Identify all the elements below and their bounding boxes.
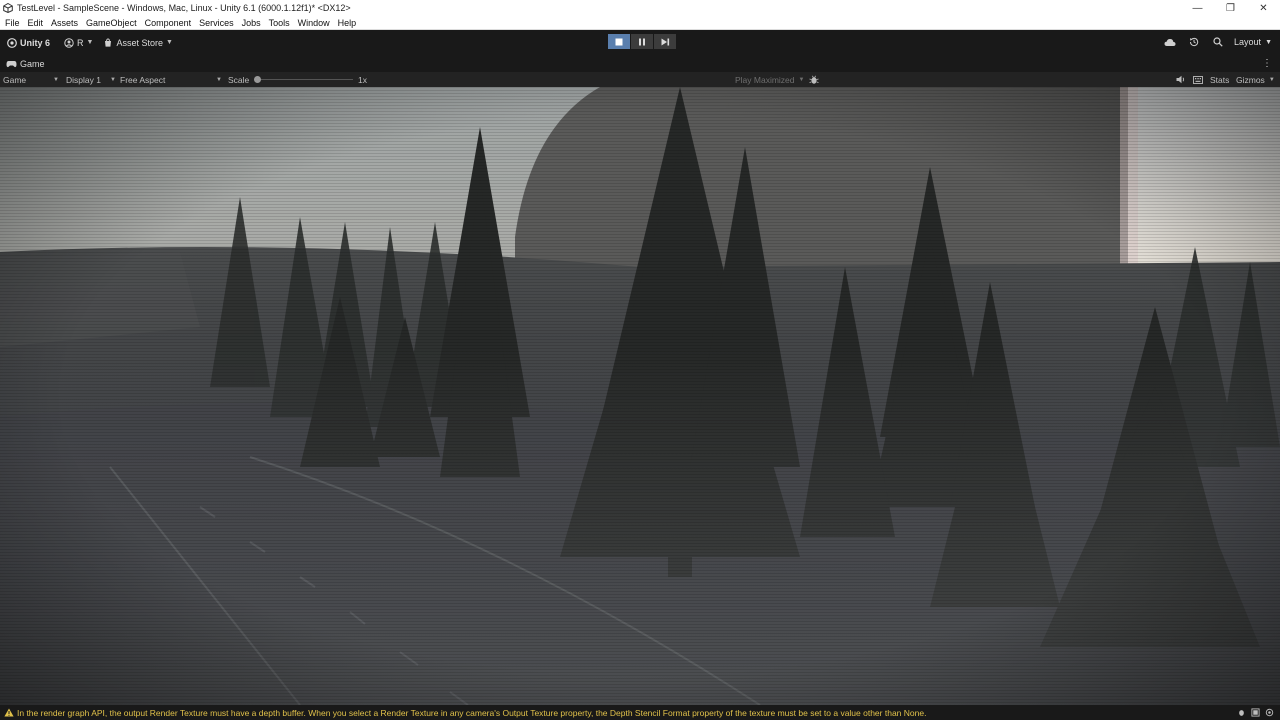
- menu-tools[interactable]: Tools: [265, 18, 294, 28]
- tab-game[interactable]: Game: [0, 55, 51, 72]
- progress-icon[interactable]: [1248, 707, 1262, 718]
- menu-services[interactable]: Services: [195, 18, 238, 28]
- scale-slider-track[interactable]: [258, 79, 353, 80]
- play-mode-label: Play Maximized: [735, 74, 795, 85]
- bug-icon: [809, 75, 819, 84]
- tab-row: Game ⋮: [0, 55, 1280, 72]
- scale-slider-handle[interactable]: [254, 76, 261, 83]
- status-message: In the render graph API, the output Rend…: [17, 707, 927, 718]
- menu-file[interactable]: File: [0, 18, 24, 28]
- chevron-down-icon: ▼: [1268, 76, 1275, 83]
- menu-component[interactable]: Component: [141, 18, 196, 28]
- pause-icon: [639, 38, 645, 45]
- menu-assets[interactable]: Assets: [47, 18, 82, 28]
- bug-icon[interactable]: [1234, 707, 1248, 718]
- gizmos-label: Gizmos: [1236, 74, 1265, 85]
- history-icon: [1190, 37, 1199, 47]
- step-icon: [661, 38, 669, 45]
- unity-version-label: Unity 6: [20, 37, 51, 48]
- more-options-icon[interactable]: ⋮: [1262, 58, 1272, 69]
- stop-button[interactable]: [608, 34, 630, 49]
- pause-button[interactable]: [631, 34, 653, 49]
- menu-bar: File Edit Assets GameObject Component Se…: [0, 16, 1280, 30]
- chevron-down-icon: ▼: [109, 76, 116, 83]
- chevron-down-icon: ▼: [1265, 38, 1272, 46]
- search-icon: [1213, 37, 1223, 47]
- mute-audio-button[interactable]: [1176, 72, 1186, 87]
- speaker-icon: [1176, 75, 1185, 84]
- account-icon: [64, 37, 74, 48]
- scale-value: 1x: [358, 72, 367, 87]
- tab-game-label: Game: [20, 58, 45, 69]
- chevron-down-icon: ▼: [798, 76, 805, 83]
- shortcuts-button[interactable]: [1193, 72, 1203, 87]
- gizmos-dropdown[interactable]: Gizmos ▼: [1236, 72, 1275, 87]
- chevron-down-icon: ▼: [165, 39, 173, 46]
- display-label: Display 1: [66, 74, 101, 85]
- window-title: TestLevel - SampleScene - Windows, Mac, …: [17, 3, 351, 13]
- close-icon[interactable]: ✕: [1247, 0, 1280, 16]
- status-icons: [1234, 707, 1276, 718]
- menu-edit[interactable]: Edit: [24, 18, 48, 28]
- scale-value-text: 1x: [358, 74, 367, 85]
- account-label: R: [77, 37, 84, 48]
- main-toolbar: Unity 6 R ▼ Asset Store ▼ Layout ▼: [0, 30, 1280, 55]
- asset-store-dropdown[interactable]: Asset Store ▼: [98, 35, 177, 51]
- step-button[interactable]: [654, 34, 676, 49]
- game-mode-label: Game: [3, 74, 27, 85]
- play-controls: [608, 34, 677, 49]
- history-button[interactable]: [1182, 34, 1206, 50]
- layout-label: Layout: [1234, 37, 1262, 47]
- unity-logo-icon: [7, 37, 17, 48]
- menu-gameobject[interactable]: GameObject: [82, 18, 141, 28]
- restore-icon[interactable]: ❐: [1214, 0, 1247, 16]
- menu-help[interactable]: Help: [334, 18, 361, 28]
- asset-store-label: Asset Store: [116, 37, 163, 48]
- minimize-icon[interactable]: —: [1181, 0, 1214, 16]
- layout-dropdown[interactable]: Layout ▼: [1230, 37, 1280, 47]
- aspect-label: Free Aspect: [120, 74, 166, 85]
- render-icon[interactable]: [1262, 707, 1276, 718]
- game-view-toolbar: Game ▼ Display 1 ▼ Free Aspect ▼ Scale 1…: [0, 72, 1280, 87]
- frame-debugger-button[interactable]: [809, 72, 819, 87]
- menu-jobs[interactable]: Jobs: [238, 18, 265, 28]
- cloud-icon: [1164, 38, 1176, 46]
- warning-icon: [4, 708, 14, 717]
- window-titlebar: TestLevel - SampleScene - Windows, Mac, …: [0, 0, 1280, 16]
- stats-label: Stats: [1210, 74, 1230, 85]
- chevron-down-icon: ▼: [216, 76, 222, 83]
- game-viewport[interactable]: [0, 87, 1280, 705]
- scale-text: Scale: [228, 74, 250, 85]
- search-button[interactable]: [1206, 34, 1230, 50]
- account-dropdown[interactable]: R ▼: [59, 35, 98, 51]
- chevron-down-icon: ▼: [53, 76, 59, 83]
- game-mode-dropdown[interactable]: Game ▼: [3, 72, 61, 87]
- unity-account-button[interactable]: Unity 6: [2, 35, 55, 51]
- chevron-down-icon: ▼: [86, 39, 94, 46]
- status-bar[interactable]: In the render graph API, the output Rend…: [0, 705, 1280, 720]
- stats-button[interactable]: Stats: [1210, 72, 1229, 87]
- keyboard-icon: [1193, 75, 1203, 84]
- unity-logo-icon: [3, 3, 13, 13]
- toolbar-right: Layout ▼: [1158, 34, 1280, 50]
- display-dropdown[interactable]: Display 1 ▼: [66, 72, 116, 87]
- scale-label: Scale: [228, 72, 249, 87]
- aspect-dropdown[interactable]: Free Aspect ▼: [120, 72, 222, 87]
- asset-store-icon: [105, 38, 112, 47]
- menu-window[interactable]: Window: [294, 18, 334, 28]
- game-scene-render: [0, 87, 1280, 705]
- gamepad-icon: [6, 60, 17, 67]
- stop-icon: [615, 38, 623, 45]
- cloud-button[interactable]: [1158, 34, 1182, 50]
- play-mode-dropdown[interactable]: Play Maximized ▼: [735, 72, 804, 87]
